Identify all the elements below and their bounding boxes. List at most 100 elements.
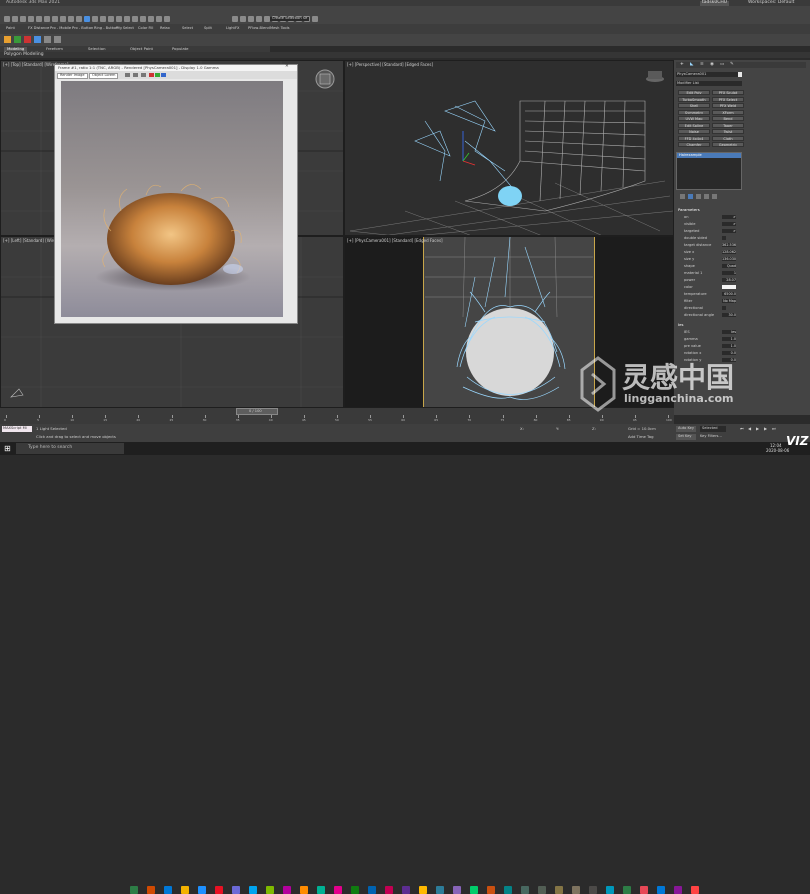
param-value[interactable]: 28.07 [722, 277, 736, 282]
onenote-icon[interactable] [402, 886, 410, 894]
param-value[interactable]: 30.0 [722, 312, 736, 317]
qq-icon[interactable] [589, 886, 597, 894]
modifier-button[interactable]: Bend [712, 116, 744, 121]
move-icon[interactable] [84, 16, 90, 22]
reference-coord-icon[interactable] [116, 16, 122, 22]
selection-set-dropdown[interactable]: Create Selection Se [270, 16, 310, 21]
save-image-icon[interactable] [125, 73, 130, 77]
modify-tab-icon[interactable]: ◣ [690, 62, 693, 68]
sticky-notes-icon[interactable] [419, 886, 427, 894]
photos-icon[interactable] [249, 886, 257, 894]
make-unique-icon[interactable] [696, 194, 701, 199]
viewport-camera-label[interactable]: [+] [PhysCamera001] [Standard] [Edged Fa… [347, 238, 443, 243]
modifier-button[interactable]: Edit Spline [678, 122, 710, 128]
workspace-selector[interactable]: Workspaces: Default [748, 0, 794, 6]
param-value[interactable]: ✔ [722, 214, 736, 219]
plugin-button[interactable]: Mesh Tools [270, 26, 289, 31]
next-frame-icon[interactable]: ▶ [764, 427, 767, 431]
viewport-perspective-label[interactable]: [+] [Perspective] [Standard] [Edged Face… [347, 62, 433, 67]
rect-selection-icon[interactable] [68, 16, 74, 22]
play-icon[interactable]: ▶ [756, 427, 759, 431]
mail-icon[interactable] [181, 886, 189, 894]
viewport-perspective[interactable]: [+] [Perspective] [Standard] [Edged Face… [344, 60, 674, 236]
key-mode-dropdown[interactable]: Selected [700, 426, 726, 432]
modifier-button[interactable]: PFX Sculpt [712, 90, 744, 95]
plugin-button[interactable]: FX Distance [28, 26, 49, 31]
blue-channel-icon[interactable] [161, 73, 166, 77]
task-view-icon[interactable] [130, 886, 138, 894]
scale-icon[interactable] [100, 16, 106, 22]
selection-filter-icon[interactable] [44, 16, 50, 22]
maps-icon[interactable] [266, 886, 274, 894]
ies-rollout-header[interactable]: Ies [676, 323, 742, 327]
remove-modifier-icon[interactable] [704, 194, 709, 199]
close-icon[interactable] [24, 36, 31, 43]
timeline-ticks[interactable]: 0 5 10 15 20 25 30 35 40 45 50 55 60 65 70 75 80 85 90 95 10… [4, 415, 672, 423]
plugin-button[interactable]: Pro - Mobile [50, 26, 71, 31]
modifier-button[interactable]: PFX Select [712, 96, 744, 102]
utilities-tab-icon[interactable]: ✎ [730, 62, 734, 68]
green-channel-icon[interactable] [155, 73, 160, 77]
plugin-button[interactable]: Color Fill [138, 26, 153, 31]
modifier-button[interactable]: Twist [712, 129, 744, 134]
param-checkbox[interactable] [722, 305, 726, 310]
wechat-icon[interactable] [572, 886, 580, 894]
media-icon[interactable] [215, 886, 223, 894]
windows-start-icon[interactable]: ⊞ [4, 444, 11, 453]
param-checkbox[interactable] [722, 235, 726, 240]
add-time-tag-button[interactable]: Add Time Tag [628, 435, 653, 439]
pin-stack-icon[interactable] [680, 194, 685, 199]
angle-snap-icon[interactable] [148, 16, 154, 22]
modifier-button[interactable]: Geometric [712, 142, 744, 147]
prev-frame-icon[interactable]: ◀ [748, 427, 751, 431]
viewport-dropdown[interactable]: Object Lorem [89, 73, 119, 79]
ribbon-tab[interactable]: Object Paint [130, 47, 153, 51]
window-crossing-icon[interactable] [76, 16, 82, 22]
set-key-button[interactable]: Set Key [676, 434, 696, 440]
modifier-button[interactable]: Noise [678, 129, 710, 134]
settings-icon[interactable] [385, 886, 393, 894]
stack-item-selected[interactable]: Hairexample [677, 153, 741, 158]
param-value[interactable]: 136.030 [722, 256, 736, 261]
viewport-layout-icon[interactable] [34, 36, 41, 43]
edit-named-sets-icon[interactable] [232, 16, 238, 22]
param-value[interactable]: 362.536 [722, 242, 736, 247]
modifier-button[interactable]: Chamfer [678, 142, 710, 147]
param-value[interactable]: ✔ [722, 228, 736, 233]
music-icon[interactable] [334, 886, 342, 894]
render-area-dropdown[interactable]: Render Image [57, 73, 88, 79]
plugin-button[interactable]: LightFX [226, 26, 240, 31]
keyboard-shortcut-icon[interactable] [132, 16, 138, 22]
people-icon[interactable] [368, 886, 376, 894]
create-tab-icon[interactable]: + [680, 62, 684, 68]
ribbon-tab[interactable]: Modeling [4, 47, 28, 51]
weather-icon[interactable] [436, 886, 444, 894]
plugin-button[interactable]: Select [182, 26, 193, 31]
browser-icon[interactable] [606, 886, 614, 894]
object-name-field[interactable]: PhysCamera001 [676, 72, 738, 77]
modifier-button[interactable]: PFX Weld [712, 103, 744, 108]
obs-icon[interactable] [555, 886, 563, 894]
ribbon-tab[interactable]: Selection [88, 47, 106, 51]
percent-snap-icon[interactable] [156, 16, 162, 22]
rendered-frame-window[interactable]: Frame #1, ratio 1:1 (TNC, ARGB) - Render… [54, 64, 298, 324]
link-icon[interactable] [20, 16, 26, 22]
ribbon-tab[interactable]: Populate [172, 47, 189, 51]
modifier-list-dropdown[interactable]: Modifier List [676, 81, 742, 86]
chrome-icon[interactable] [504, 886, 512, 894]
acrobat-icon[interactable] [691, 886, 699, 894]
plugin-button[interactable]: Ring - Button [94, 26, 118, 31]
folder-icon[interactable] [623, 886, 631, 894]
display-tab-icon[interactable]: ▭ [720, 62, 724, 68]
office-icon[interactable] [300, 886, 308, 894]
go-to-end-icon[interactable]: ⏭ [772, 427, 776, 431]
plugin-button[interactable]: Paint [6, 26, 15, 31]
calendar-icon[interactable] [283, 886, 291, 894]
copy-image-icon[interactable] [133, 73, 138, 77]
hierarchy-tab-icon[interactable]: ≡ [700, 62, 704, 68]
user-account[interactable]: tadsk0CHU [700, 0, 730, 6]
firefox-icon[interactable] [521, 886, 529, 894]
modifier-button[interactable]: Edit Poly [678, 90, 710, 95]
clone-frame-icon[interactable] [141, 73, 146, 77]
modifier-button[interactable]: Symmetry [678, 109, 710, 115]
